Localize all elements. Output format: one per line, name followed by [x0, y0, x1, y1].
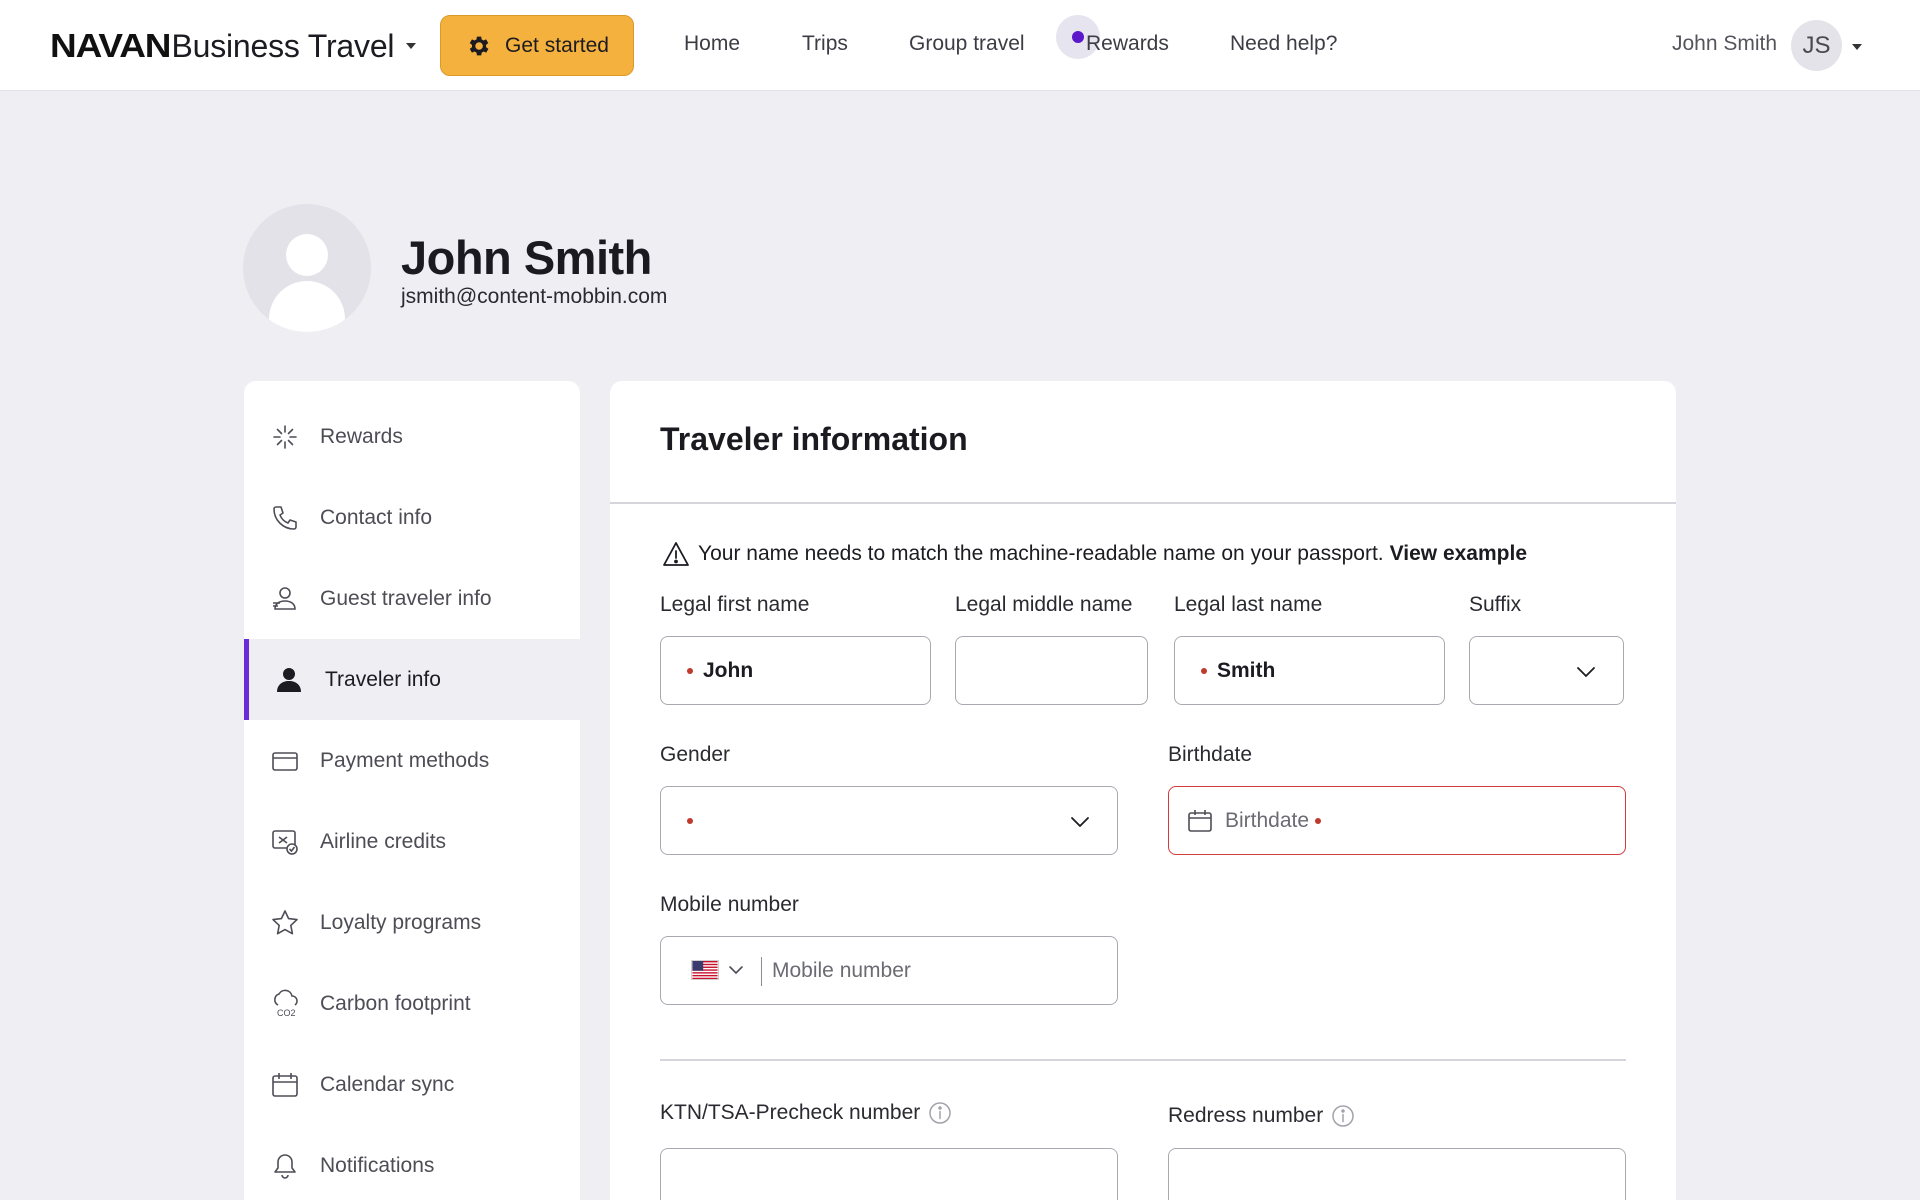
- passport-notice: Your name needs to match the machine-rea…: [662, 541, 1527, 567]
- star-icon: [272, 910, 298, 935]
- navan-logo: NAVAN: [50, 27, 171, 64]
- co2-icon: CO2: [274, 989, 298, 1018]
- user-menu-name[interactable]: John Smith: [1672, 32, 1777, 56]
- legal-middle-name-label: Legal middle name: [955, 593, 1133, 616]
- suffix-select[interactable]: [1469, 636, 1624, 705]
- sidebar-item-guest-traveler-info[interactable]: Guest traveler info: [244, 558, 580, 639]
- us-flag-icon: [691, 960, 719, 980]
- sidebar-item-rewards[interactable]: Rewards: [244, 396, 580, 477]
- legal-middle-name-field[interactable]: [955, 636, 1148, 705]
- brand-switcher[interactable]: NAVAN Business Travel: [50, 26, 417, 66]
- redress-field[interactable]: [1168, 1148, 1626, 1200]
- notification-dot-icon: [1072, 31, 1084, 43]
- sparkle-icon: [273, 425, 297, 449]
- brand-product-name: Business Travel: [171, 27, 395, 64]
- mobile-number-placeholder: Mobile number: [772, 959, 911, 982]
- nav-trips[interactable]: Trips: [802, 32, 848, 56]
- profile-email: jsmith@content-mobbin.com: [401, 285, 668, 308]
- calendar-icon: [272, 1073, 298, 1097]
- birthdate-field[interactable]: Birthdate: [1168, 786, 1626, 855]
- sidebar-item-payment-methods[interactable]: Payment methods: [244, 720, 580, 801]
- sidebar-item-label: Contact info: [320, 505, 433, 529]
- notice-text: Your name needs to match the machine-rea…: [698, 542, 1384, 565]
- bell-icon: [274, 1154, 296, 1179]
- required-indicator: [687, 667, 693, 674]
- view-example-link[interactable]: View example: [1390, 542, 1527, 566]
- get-started-button[interactable]: Get started: [440, 15, 634, 76]
- mobile-number-label: Mobile number: [660, 893, 799, 916]
- nav-group-travel[interactable]: Group travel: [909, 32, 1025, 56]
- legal-last-name-value: Smith: [1217, 658, 1276, 682]
- sidebar-item-label: Calendar sync: [320, 1072, 455, 1096]
- calendar-icon: [1188, 809, 1212, 832]
- redress-label-text: Redress number: [1168, 1104, 1324, 1127]
- sidebar-item-label: Carbon footprint: [320, 991, 471, 1015]
- profile-avatar[interactable]: [243, 204, 371, 332]
- legal-first-name-value: John: [703, 658, 754, 682]
- sidebar-item-label: Guest traveler info: [320, 586, 492, 610]
- country-code-select[interactable]: [691, 960, 745, 980]
- suffix-label: Suffix: [1469, 593, 1522, 616]
- get-started-label: Get started: [505, 33, 609, 57]
- info-icon[interactable]: [928, 1101, 952, 1125]
- active-indicator: [244, 639, 249, 720]
- warning-icon: [663, 542, 689, 566]
- sidebar-item-label: Airline credits: [320, 829, 447, 853]
- redress-label: Redress number: [1168, 1104, 1355, 1128]
- ktn-field[interactable]: [660, 1148, 1118, 1200]
- sidebar-item-label: Payment methods: [320, 748, 490, 772]
- svg-text:CO2: CO2: [277, 1008, 296, 1018]
- gender-select[interactable]: [660, 786, 1118, 855]
- required-indicator: [1201, 667, 1207, 674]
- caret-down-icon: [406, 43, 417, 49]
- legal-last-name-label: Legal last name: [1174, 593, 1323, 616]
- guest-icon: [273, 587, 296, 610]
- ktn-label: KTN/TSA-Precheck number: [660, 1101, 952, 1125]
- card-title: Traveler information: [660, 421, 968, 457]
- section-divider: [660, 1059, 1626, 1061]
- chevron-down-icon: [1071, 817, 1089, 828]
- sidebar-item-airline-credits[interactable]: Airline credits: [244, 801, 580, 882]
- birthdate-label: Birthdate: [1168, 743, 1253, 766]
- info-icon[interactable]: [1331, 1104, 1355, 1128]
- chevron-down-icon: [1577, 667, 1595, 678]
- nav-need-help[interactable]: Need help?: [1230, 32, 1337, 56]
- legal-last-name-field[interactable]: Smith: [1174, 636, 1445, 705]
- sidebar-item-label: Traveler info: [325, 667, 441, 691]
- credit-card-icon: [272, 752, 298, 771]
- sidebar-item-contact-info[interactable]: Contact info: [244, 477, 580, 558]
- divider: [761, 957, 762, 986]
- nav-home[interactable]: Home: [684, 32, 740, 56]
- sidebar-item-calendar-sync[interactable]: Calendar sync: [244, 1044, 580, 1125]
- phone-icon: [273, 506, 297, 530]
- sidebar-item-label: Rewards: [320, 424, 403, 448]
- ktn-label-text: KTN/TSA-Precheck number: [660, 1101, 921, 1124]
- card-divider: [610, 502, 1676, 504]
- gear-icon: [469, 36, 489, 55]
- mobile-number-field[interactable]: Mobile number: [660, 936, 1118, 1005]
- sidebar-item-loyalty-programs[interactable]: Loyalty programs: [244, 882, 580, 963]
- user-menu-caret-icon[interactable]: [1852, 44, 1862, 50]
- person-icon: [277, 668, 301, 692]
- sidebar-item-traveler-info[interactable]: Traveler info: [244, 639, 580, 720]
- legal-first-name-field[interactable]: John: [660, 636, 931, 705]
- sidebar-item-label: Notifications: [320, 1153, 435, 1177]
- chevron-down-icon: [729, 966, 743, 975]
- gender-label: Gender: [660, 743, 731, 766]
- sidebar-item-notifications[interactable]: Notifications: [244, 1125, 580, 1200]
- required-indicator: [1315, 817, 1322, 824]
- legal-first-name-label: Legal first name: [660, 593, 810, 616]
- sidebar-item-label: Loyalty programs: [320, 910, 482, 934]
- sidebar-item-carbon-footprint[interactable]: CO2 Carbon footprint: [244, 963, 580, 1044]
- settings-sidebar: Rewards Contact info Guest traveler info…: [244, 381, 580, 1200]
- traveler-information-card: Traveler information Your name needs to …: [610, 381, 1676, 1200]
- birthdate-placeholder: Birthdate: [1225, 808, 1310, 832]
- airline-credit-icon: [272, 830, 298, 855]
- nav-rewards[interactable]: Rewards: [1086, 32, 1169, 56]
- top-navigation-bar: NAVAN Business Travel Get started Home T…: [0, 0, 1920, 91]
- user-avatar[interactable]: JS: [1791, 20, 1842, 71]
- profile-name: John Smith: [401, 231, 652, 284]
- required-indicator: [687, 817, 693, 824]
